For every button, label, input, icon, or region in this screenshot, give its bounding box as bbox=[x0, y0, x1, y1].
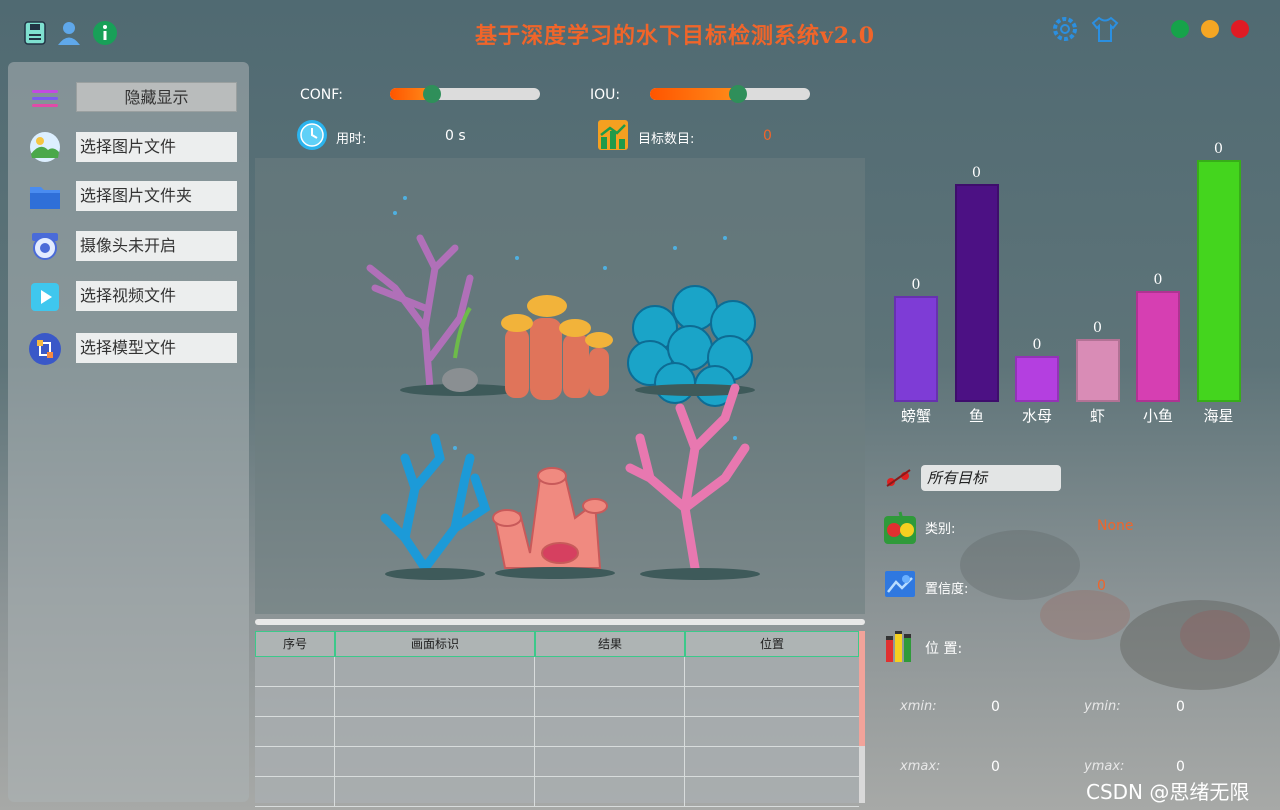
close-button[interactable] bbox=[1231, 20, 1249, 38]
chart-data-label: 0 bbox=[972, 165, 981, 182]
maximize-button[interactable] bbox=[1171, 20, 1189, 38]
bg-decoration bbox=[1180, 610, 1250, 660]
progress-bar bbox=[255, 619, 865, 625]
conf-slider-handle[interactable] bbox=[423, 85, 441, 103]
chart-data-label: 0 bbox=[911, 276, 921, 293]
minimize-button[interactable] bbox=[1201, 20, 1219, 38]
watermark: CSDN @思绪无限 bbox=[1086, 780, 1250, 804]
iou-slider-handle[interactable] bbox=[729, 85, 747, 103]
folder-icon bbox=[30, 187, 60, 209]
sidebar: 隐藏显示 选择图片文件 选择图片文件夹 摄像头未开启 选择视频文件 选择模型文件 bbox=[8, 62, 249, 802]
chart-data-label: 0 bbox=[1093, 320, 1102, 337]
time-label: 用时: bbox=[336, 132, 367, 147]
chart-bar bbox=[1075, 339, 1120, 402]
bg-decoration bbox=[960, 530, 1080, 600]
chart-category-label: 虾 bbox=[1089, 407, 1105, 425]
table-header: 序号 bbox=[255, 631, 335, 657]
time-value: 0 s bbox=[445, 128, 466, 144]
clock-icon bbox=[297, 120, 327, 150]
class-value: None bbox=[1097, 518, 1134, 534]
table-header: 结果 bbox=[535, 631, 685, 657]
ymin-value: 0 bbox=[1176, 699, 1185, 715]
coral-illustration bbox=[366, 196, 760, 580]
select-model-button[interactable]: 选择模型文件 bbox=[76, 333, 237, 363]
chart-bar bbox=[894, 295, 938, 402]
chart-bar bbox=[1136, 290, 1180, 402]
chart-category-label: 水母 bbox=[1021, 407, 1052, 425]
video-icon bbox=[31, 283, 59, 311]
select-folder-button[interactable]: 选择图片文件夹 bbox=[76, 181, 237, 211]
table-header: 位置 bbox=[685, 631, 859, 657]
table-row[interactable] bbox=[255, 717, 859, 747]
xmin-value: 0 bbox=[991, 699, 1000, 715]
chart-category-label: 海星 bbox=[1203, 407, 1234, 425]
confidence-value: 0 bbox=[1097, 578, 1106, 594]
user-icon[interactable] bbox=[56, 20, 82, 46]
app-title: 基于深度学习的水下目标检测系统v2.0 bbox=[474, 23, 876, 49]
coral-pink bbox=[625, 383, 750, 573]
toggle-display-button[interactable]: 隐藏显示 bbox=[76, 82, 237, 112]
chart-category-label: 鱼 bbox=[968, 407, 984, 425]
camera-icon bbox=[32, 233, 58, 260]
table-row[interactable] bbox=[255, 687, 859, 717]
iou-slider[interactable] bbox=[650, 85, 810, 103]
info-icon[interactable] bbox=[92, 20, 118, 46]
conf-slider[interactable] bbox=[390, 85, 540, 103]
count-value: 0 bbox=[763, 128, 772, 144]
table-header: 画面标识 bbox=[335, 631, 535, 657]
table-row[interactable] bbox=[255, 747, 859, 777]
chart-data-label: 0 bbox=[1214, 141, 1223, 157]
chart-bar bbox=[1015, 356, 1059, 402]
xmax-label: xmax: bbox=[900, 759, 941, 774]
select-video-button[interactable]: 选择视频文件 bbox=[76, 281, 237, 311]
target-select[interactable]: 所有目标 bbox=[921, 465, 1061, 491]
skin-icon[interactable] bbox=[1090, 14, 1120, 44]
coral-purple bbox=[366, 234, 474, 392]
chart-category-label: 小鱼 bbox=[1142, 407, 1173, 425]
model-icon bbox=[29, 333, 61, 365]
stats-icon bbox=[598, 120, 628, 150]
target-icon bbox=[886, 469, 911, 487]
menu-icon[interactable] bbox=[28, 82, 62, 116]
ymax-label: ymax: bbox=[1084, 759, 1125, 774]
rock bbox=[442, 368, 478, 392]
chart-bar bbox=[954, 184, 999, 402]
coral-orange bbox=[501, 295, 613, 400]
bg-decoration bbox=[1040, 590, 1130, 640]
coral-salmon bbox=[492, 467, 608, 569]
chart-data-label: 0 bbox=[1153, 271, 1163, 288]
position-label: 位 置: bbox=[925, 641, 963, 657]
conf-label: CONF: bbox=[300, 87, 343, 103]
class-count-chart: 0 螃蟹 0 鱼 0 水母 0 虾 0 小鱼 0 海星 bbox=[880, 140, 1260, 430]
table-row[interactable] bbox=[255, 657, 859, 687]
settings-icon[interactable] bbox=[1050, 14, 1080, 44]
image-icon bbox=[30, 132, 60, 162]
chart-category-label: 螃蟹 bbox=[900, 407, 931, 425]
xmax-value: 0 bbox=[991, 759, 1000, 775]
chart-bar bbox=[1196, 160, 1241, 402]
position-icon bbox=[886, 631, 911, 662]
save-icon[interactable] bbox=[22, 20, 48, 46]
ymin-label: ymin: bbox=[1084, 699, 1121, 714]
xmin-label: xmin: bbox=[900, 699, 937, 714]
category-icon bbox=[884, 511, 916, 544]
count-label: 目标数目: bbox=[638, 132, 695, 147]
select-image-button[interactable]: 选择图片文件 bbox=[76, 132, 237, 162]
iou-label: IOU: bbox=[590, 87, 621, 103]
class-label: 类别: bbox=[925, 522, 956, 537]
coral-blue-branch bbox=[380, 433, 491, 573]
ymax-value: 0 bbox=[1176, 759, 1185, 775]
chart-data-label: 0 bbox=[1032, 337, 1042, 354]
camera-button[interactable]: 摄像头未开启 bbox=[76, 231, 237, 261]
confidence-icon bbox=[885, 571, 915, 597]
iou-slider-fill bbox=[650, 88, 738, 100]
table-scrollbar-thumb[interactable] bbox=[859, 631, 865, 746]
confidence-label: 置信度: bbox=[925, 582, 969, 597]
image-display bbox=[255, 158, 865, 614]
result-table: 序号 画面标识 结果 位置 bbox=[255, 631, 859, 807]
table-row[interactable] bbox=[255, 777, 859, 807]
